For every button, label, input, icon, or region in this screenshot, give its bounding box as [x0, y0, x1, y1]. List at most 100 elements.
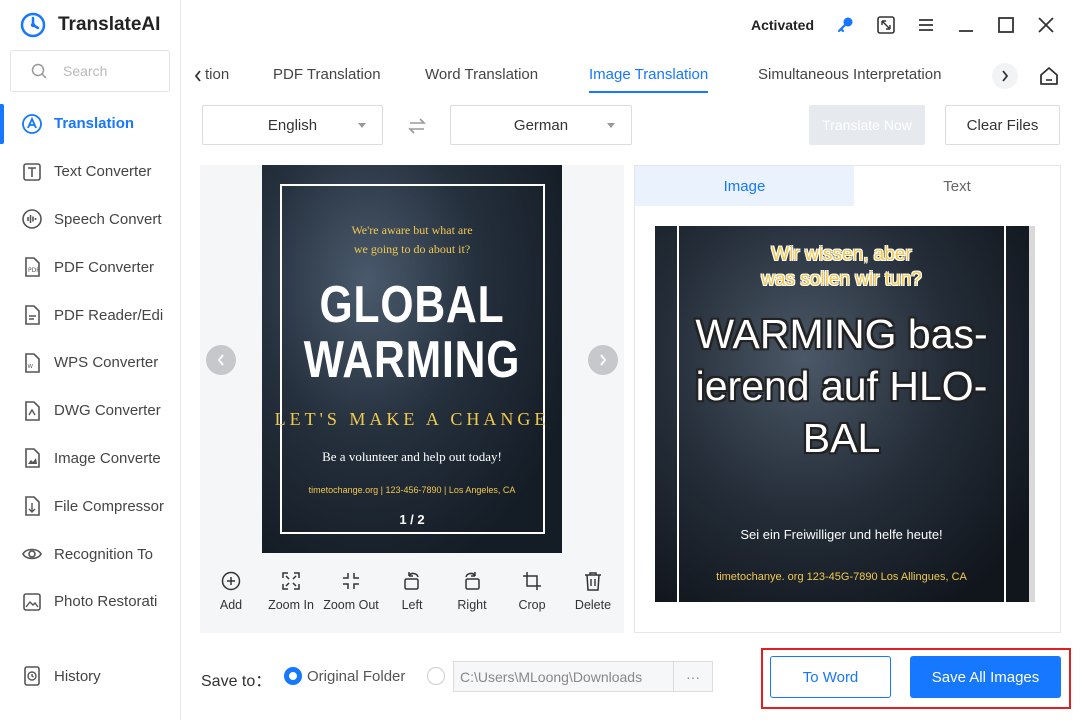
- source-preview-panel: We're aware but what are we going to do …: [200, 165, 624, 633]
- page-indicator: 1 / 2: [399, 512, 425, 527]
- target-language-value: German: [513, 116, 569, 134]
- tool-label: Crop: [518, 598, 546, 612]
- tab-simultaneous-interpretation[interactable]: Simultaneous Interpretation: [758, 66, 941, 83]
- sidebar-item-speech-convert[interactable]: Speech Convert: [0, 196, 180, 244]
- menu-icon[interactable]: [913, 12, 939, 38]
- dwg-icon: [25, 400, 40, 421]
- tabs-scroll-left-button[interactable]: [188, 64, 208, 88]
- search-icon: [31, 63, 47, 79]
- rotate-right-tool-button[interactable]: Right: [442, 570, 502, 612]
- source-language-select[interactable]: English: [202, 105, 383, 145]
- svg-text:W: W: [28, 364, 34, 370]
- maximize-icon[interactable]: [993, 12, 1019, 38]
- zoom-in-tool-button[interactable]: Zoom In: [261, 570, 321, 612]
- speech-icon: [22, 209, 42, 230]
- translated-volunteer-text: Sei ein Freiwilliger und helfe heute!: [740, 527, 943, 542]
- brand: TranslateAI: [20, 12, 160, 38]
- sidebar-item-label: Image Converte: [54, 449, 161, 467]
- activation-status: Activated: [751, 17, 815, 33]
- next-image-button[interactable]: [588, 345, 618, 375]
- sidebar-item-text-converter[interactable]: Text Converter: [0, 148, 180, 196]
- history-icon: [24, 666, 40, 686]
- key-icon[interactable]: [833, 12, 859, 38]
- tab-pdf-translation[interactable]: PDF Translation: [273, 66, 381, 83]
- tool-label: Zoom In: [268, 598, 314, 612]
- sidebar-item-file-compressor[interactable]: File Compressor: [0, 482, 180, 530]
- crop-icon: [523, 572, 541, 590]
- translation-tabs: tion PDF Translation Word Translation Im…: [188, 58, 968, 98]
- close-icon[interactable]: [1033, 12, 1059, 38]
- tabs-scroll-right-button[interactable]: [992, 63, 1018, 89]
- crop-tool-button[interactable]: Crop: [502, 570, 562, 612]
- sidebar-item-wps-converter[interactable]: W WPS Converter: [0, 339, 180, 387]
- sidebar-item-label: Photo Restorati: [54, 593, 158, 611]
- poster-title-line-2: WARMING: [303, 331, 521, 389]
- sidebar-item-image-converter[interactable]: Image Converte: [0, 435, 180, 483]
- clear-files-button[interactable]: Clear Files: [945, 105, 1060, 145]
- rotate-left-tool-button[interactable]: Left: [382, 570, 442, 612]
- home-button[interactable]: [1036, 63, 1062, 89]
- original-folder-radio[interactable]: [284, 667, 302, 685]
- save-all-images-button[interactable]: Save All Images: [910, 656, 1061, 698]
- sidebar-item-label: Speech Convert: [54, 210, 162, 228]
- fullscreen-icon[interactable]: [873, 12, 899, 38]
- chevron-down-icon: [358, 123, 366, 128]
- photo-icon: [23, 593, 41, 611]
- tab-result-image[interactable]: Image: [635, 166, 854, 206]
- poster-top-line-1: We're aware but what are: [351, 223, 473, 237]
- translated-contact-text: timetochanye. org 123-45G-7890 Los Allin…: [716, 571, 967, 583]
- sidebar-item-label: Text Converter: [54, 163, 152, 181]
- poster-contact-text: timetochange.org | 123-456-7890 | Los An…: [308, 485, 516, 495]
- source-image: We're aware but what are we going to do …: [262, 165, 562, 553]
- translated-title-line-3: BAL: [802, 415, 881, 461]
- browse-folder-button[interactable]: ···: [673, 661, 713, 692]
- chevron-right-icon: [600, 354, 607, 366]
- sidebar-item-recognition[interactable]: Recognition To: [0, 530, 180, 578]
- tool-label: Left: [401, 598, 423, 612]
- sidebar-item-translation[interactable]: Translation: [0, 100, 180, 148]
- sidebar-item-label: WPS Converter: [54, 354, 159, 372]
- tab-word-translation[interactable]: Word Translation: [425, 66, 538, 83]
- add-tool-button[interactable]: Add: [201, 570, 261, 612]
- output-path-field[interactable]: [453, 661, 673, 692]
- original-folder-label: Original Folder: [307, 668, 406, 685]
- poster-top-text: We're aware but what are we going to do …: [262, 221, 562, 259]
- to-word-button[interactable]: To Word: [770, 656, 891, 698]
- svg-text:PDF: PDF: [28, 267, 40, 274]
- tab-image-translation[interactable]: Image Translation: [589, 66, 709, 93]
- pdf-icon: PDF: [25, 257, 40, 278]
- delete-tool-button[interactable]: Delete: [563, 570, 623, 612]
- poster-volunteer-text: Be a volunteer and help out today!: [322, 449, 502, 464]
- previous-image-button[interactable]: [206, 345, 236, 375]
- tool-label: Add: [219, 598, 243, 612]
- translated-title-line-2: ierend auf HLO-: [695, 363, 988, 409]
- sidebar-item-label: DWG Converter: [54, 402, 161, 420]
- translated-top-line-2: was sollen wir tun?: [761, 269, 922, 290]
- sidebar-item-label: PDF Converter: [54, 258, 155, 276]
- search-box[interactable]: [10, 50, 170, 92]
- swap-languages-icon[interactable]: [405, 114, 429, 138]
- tab-document-translation[interactable]: tion: [205, 66, 229, 83]
- zoom-out-icon: [343, 573, 359, 589]
- compress-icon: [25, 496, 40, 517]
- sidebar-item-pdf-converter[interactable]: PDF PDF Converter: [0, 243, 180, 291]
- chevron-right-icon: [1002, 70, 1009, 82]
- search-input[interactable]: [63, 63, 163, 79]
- minimize-icon[interactable]: [953, 12, 979, 38]
- poster-top-line-2: we going to do about it?: [353, 242, 471, 256]
- text-converter-icon: [23, 162, 41, 181]
- tool-label: Right: [457, 598, 487, 612]
- home-icon: [1040, 67, 1058, 85]
- tab-result-text[interactable]: Text: [854, 166, 1060, 206]
- translate-now-button[interactable]: Translate Now: [809, 105, 925, 145]
- result-scrollbar[interactable]: [1029, 226, 1035, 602]
- target-language-select[interactable]: German: [450, 105, 632, 145]
- custom-folder-radio[interactable]: [427, 667, 445, 685]
- sidebar-item-pdf-reader[interactable]: PDF Reader/Edi: [0, 291, 180, 339]
- sidebar-item-history[interactable]: History: [0, 656, 180, 696]
- zoom-out-tool-button[interactable]: Zoom Out: [321, 570, 381, 612]
- sidebar: TranslateAI Translation Text Converter: [0, 0, 181, 720]
- app-logo-icon: [20, 12, 46, 38]
- sidebar-item-photo-restoration[interactable]: Photo Restorati: [0, 578, 180, 626]
- sidebar-item-dwg-converter[interactable]: DWG Converter: [0, 387, 180, 435]
